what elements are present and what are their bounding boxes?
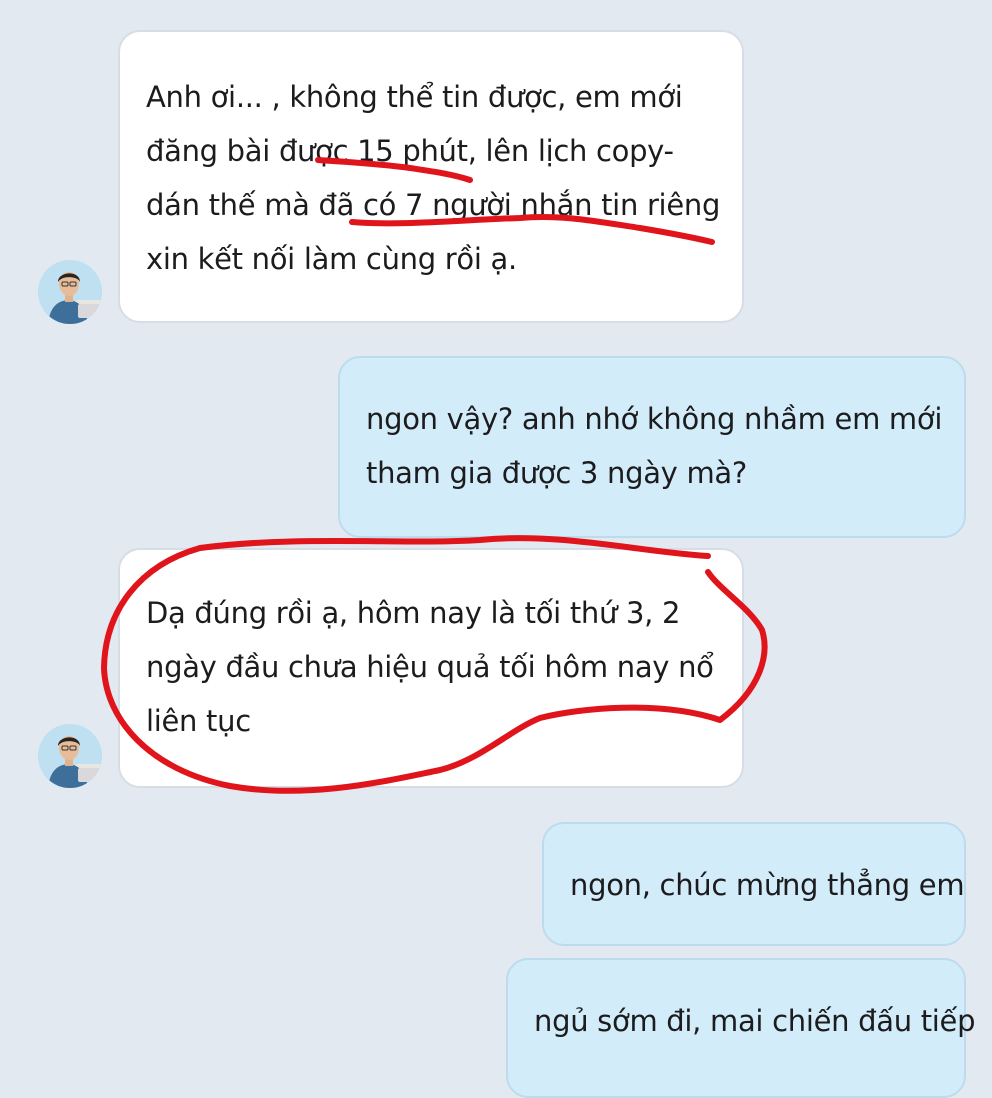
- outgoing-message-bubble[interactable]: ngon vậy? anh nhớ không nhầm em mới tham…: [338, 356, 966, 538]
- sender-avatar-icon[interactable]: [38, 260, 102, 324]
- outgoing-message-bubble[interactable]: ngủ sớm đi, mai chiến đấu tiếp: [506, 958, 976, 1098]
- message-text-line: xin kết nối làm cùng rồi ạ.: [146, 242, 517, 276]
- outgoing-message-bubble[interactable]: ngon, chúc mừng thẳng em: [542, 822, 966, 946]
- incoming-message-bubble[interactable]: Anh ơi... , không thể tin được, em mới đ…: [118, 30, 744, 323]
- message-text-line: Dạ đúng rồi ạ, hôm nay là tối thứ 3, 2: [146, 596, 681, 630]
- sender-avatar-icon[interactable]: [38, 724, 102, 788]
- message-text-line: Anh ơi... , không thể tin được, em mới: [146, 80, 683, 114]
- message-text-line: ngon vậy? anh nhớ không nhầm em mới: [366, 402, 943, 436]
- message-text-line: ngày đầu chưa hiệu quả tối hôm nay nổ: [146, 650, 714, 684]
- message-text-line: dán thế mà đã có 7 người nhắn tin riêng: [146, 188, 721, 222]
- incoming-message-bubble[interactable]: Dạ đúng rồi ạ, hôm nay là tối thứ 3, 2 n…: [118, 548, 744, 788]
- message-text-line: ngon, chúc mừng thẳng em: [570, 868, 965, 902]
- message-text-line: tham gia được 3 ngày mà?: [366, 456, 747, 490]
- message-text-line: đăng bài được 15 phút, lên lịch copy-: [146, 134, 674, 168]
- message-text-line: liên tục: [146, 704, 251, 738]
- message-text-line: ngủ sớm đi, mai chiến đấu tiếp: [534, 1004, 976, 1038]
